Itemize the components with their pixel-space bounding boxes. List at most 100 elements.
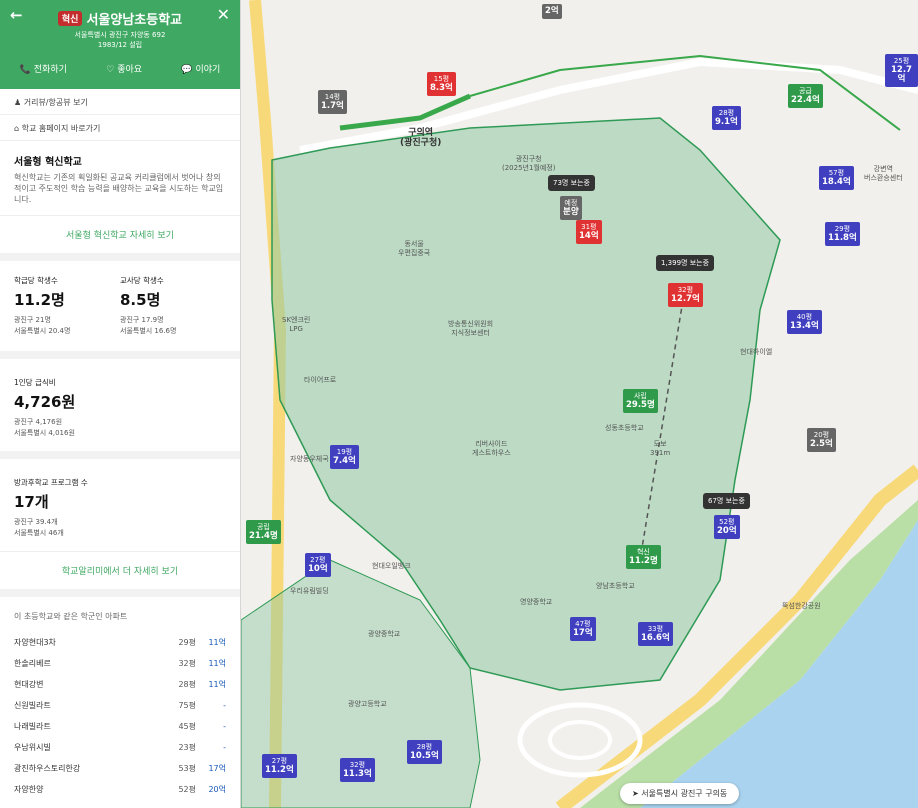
afterschool-stat: 방과후학교 프로그램 수 17개 광진구 39.4개 서울특별시 46개 xyxy=(0,459,240,552)
pin-price: 14억 xyxy=(579,231,599,241)
price-pin[interactable]: 32평 12.7억 xyxy=(668,283,703,307)
price-pin[interactable]: 공립 21.4명 xyxy=(246,520,281,544)
innovation-title: 서울형 혁신학교 xyxy=(14,157,82,168)
map-landmark: 동서울 우편집중국 xyxy=(398,240,431,257)
pin-size: 14평 xyxy=(324,93,341,101)
pin-size: 40평 xyxy=(796,313,813,321)
chat-icon: 💬 xyxy=(181,65,193,75)
pin-price: 11.2명 xyxy=(629,556,658,566)
viewers-tag: 73명 보는중 xyxy=(548,175,595,191)
call-button[interactable]: 📞 전화하기 xyxy=(20,62,67,75)
price-pin[interactable]: 29평 11.8억 xyxy=(825,222,860,246)
apartment-list-header: 이 초등학교와 같은 학군인 아파트 xyxy=(14,612,128,621)
page-title: 혁신 서울양남초등학교 xyxy=(0,9,240,28)
pin-price: 7.4억 xyxy=(333,456,356,466)
apartment-price: 11억 xyxy=(208,659,226,668)
map-landmark: 우리유림빌딩 xyxy=(290,587,329,595)
price-pin[interactable]: 28평 10.5억 xyxy=(407,740,442,764)
current-location-chip[interactable]: ➤ 서울특별시 광진구 구의동 xyxy=(620,783,740,804)
teacher-stat-value: 8.5명 xyxy=(120,291,161,309)
map-landmark: 현대오일뱅크 xyxy=(372,562,411,570)
schoolinfo-more-link[interactable]: 학교알리미에서 더 자세히 보기 xyxy=(0,552,240,597)
afterschool-stat-district: 광진구 39.4개 xyxy=(14,518,58,526)
station-label[interactable]: 구의역 (광진구청) xyxy=(400,128,441,148)
pin-price: 9.1억 xyxy=(715,117,738,127)
map-landmark: 성동초등학교 xyxy=(605,424,644,432)
apartment-row[interactable]: 한솔리베르 32평 11억 xyxy=(0,653,240,674)
price-pin[interactable]: 27평 11.2억 xyxy=(262,754,297,778)
map-landmark: 리버사이드 게스트하우스 xyxy=(472,440,511,457)
price-pin[interactable]: 57평 18.4억 xyxy=(819,166,854,190)
price-pin[interactable]: 28평 9.1억 xyxy=(712,106,741,130)
apartment-size: 23평 xyxy=(178,743,196,752)
pin-price: 11.8억 xyxy=(828,233,857,243)
price-pin[interactable]: 15평 8.3억 xyxy=(427,72,456,96)
apartment-size: 53평 xyxy=(178,764,196,773)
price-pin[interactable]: 25평 12.7억 xyxy=(885,54,918,87)
apartment-name: 나래빌라트 xyxy=(14,722,51,731)
pin-size: 28평 xyxy=(416,743,433,751)
apartment-price: 17억 xyxy=(208,764,226,773)
apartment-row[interactable]: 신원빌라트 75평 - xyxy=(0,695,240,716)
price-pin[interactable]: 47평 17억 xyxy=(570,617,596,641)
pin-size: 28평 xyxy=(718,109,735,117)
apartment-row[interactable]: 자양한양 52평 20억 xyxy=(0,779,240,800)
teacher-stat-city: 서울특별시 16.6명 xyxy=(120,327,177,335)
price-pin[interactable]: 사립 29.5명 xyxy=(623,389,658,413)
homepage-link[interactable]: ⌂ 학교 홈페이지 바로가기 xyxy=(0,115,240,141)
apartment-row[interactable]: 나래빌라트 45평 - xyxy=(0,716,240,737)
innovation-desc: 혁신학교는 기존의 획일화된 공교육 커리큘럼에서 벗어나 창의적이고 주도적인… xyxy=(14,173,224,204)
pin-price: 8.3억 xyxy=(430,83,453,93)
pin-price: 10.5억 xyxy=(410,751,439,761)
pin-size: 33평 xyxy=(647,625,664,633)
home-icon: ⌂ xyxy=(14,124,20,133)
price-pin[interactable]: 20평 2.5억 xyxy=(807,428,836,452)
price-pin[interactable]: 27평 10억 xyxy=(305,553,331,577)
apartment-price: - xyxy=(223,701,226,710)
distance-view-link[interactable]: ♟ 거리뷰/항공뷰 보기 xyxy=(0,89,240,115)
apartment-size: 45평 xyxy=(178,722,196,731)
price-pin[interactable]: 14평 1.7억 xyxy=(318,90,347,114)
heart-icon: ♡ xyxy=(106,65,115,75)
price-pin[interactable]: 19평 7.4억 xyxy=(330,445,359,469)
price-pin[interactable]: 40평 13.4억 xyxy=(787,310,822,334)
pin-price: 22.4억 xyxy=(791,95,820,105)
like-button[interactable]: ♡ 좋아요 xyxy=(106,62,142,75)
innovation-more-link[interactable]: 서울형 혁신학교 자세히 보기 xyxy=(0,216,240,261)
meal-stat-district: 광진구 4,176원 xyxy=(14,418,63,426)
pin-size: 공급 xyxy=(798,87,812,95)
price-pin[interactable]: 2억 xyxy=(542,4,562,19)
pin-size: 47평 xyxy=(575,620,591,628)
talk-button[interactable]: 💬 이야기 xyxy=(181,62,220,75)
apartment-row[interactable]: 자양현대3차 29평 11억 xyxy=(0,632,240,653)
apartment-size: 29평 xyxy=(178,638,196,647)
pin-price: 20억 xyxy=(717,526,737,536)
price-pin[interactable]: 52평 20억 xyxy=(714,515,740,539)
map-landmark: 광진구청 (2025년1월예정) xyxy=(502,155,556,172)
apartment-name: 한솔리베르 xyxy=(14,659,51,668)
distance-view-label: 거리뷰/항공뷰 보기 xyxy=(23,98,88,107)
price-pin[interactable]: 예정 분양 xyxy=(560,196,582,220)
price-pin[interactable]: 공급 22.4억 xyxy=(788,84,823,108)
apartment-size: 28평 xyxy=(178,680,196,689)
map-landmark: 타이어프로 xyxy=(304,376,337,384)
pin-size: 25평 xyxy=(893,57,910,65)
meal-stat-city: 서울특별시 4,016원 xyxy=(14,429,75,437)
teacher-stat-label: 교사당 학생수 xyxy=(120,276,164,285)
price-pin[interactable]: 혁신 11.2명 xyxy=(626,545,661,569)
viewers-tag: 67명 보는중 xyxy=(703,493,750,509)
apartment-row[interactable]: 우남위시빌 23평 - xyxy=(0,737,240,758)
pin-size: 29평 xyxy=(834,225,851,233)
price-pin[interactable]: 31평 14억 xyxy=(576,220,602,244)
price-pin[interactable]: 32평 11.3억 xyxy=(340,758,375,782)
apartment-size: 32평 xyxy=(178,659,196,668)
student-stats: 학급당 학생수 11.2명 광진구 21명 서울특별시 20.4명 교사당 학생… xyxy=(0,261,240,359)
apartment-row[interactable]: 현대강변 28평 11억 xyxy=(0,674,240,695)
apartment-row[interactable]: 광진하우스토리한강 53평 17억 xyxy=(0,758,240,779)
pin-price: 18.4억 xyxy=(822,177,851,187)
map-landmark: SK엔크린 LPG xyxy=(282,316,311,333)
pin-size: 27평 xyxy=(271,757,288,765)
price-pin[interactable]: 33평 16.6억 xyxy=(638,622,673,646)
apartment-price: - xyxy=(223,743,226,752)
pin-price: 21.4명 xyxy=(249,531,278,541)
